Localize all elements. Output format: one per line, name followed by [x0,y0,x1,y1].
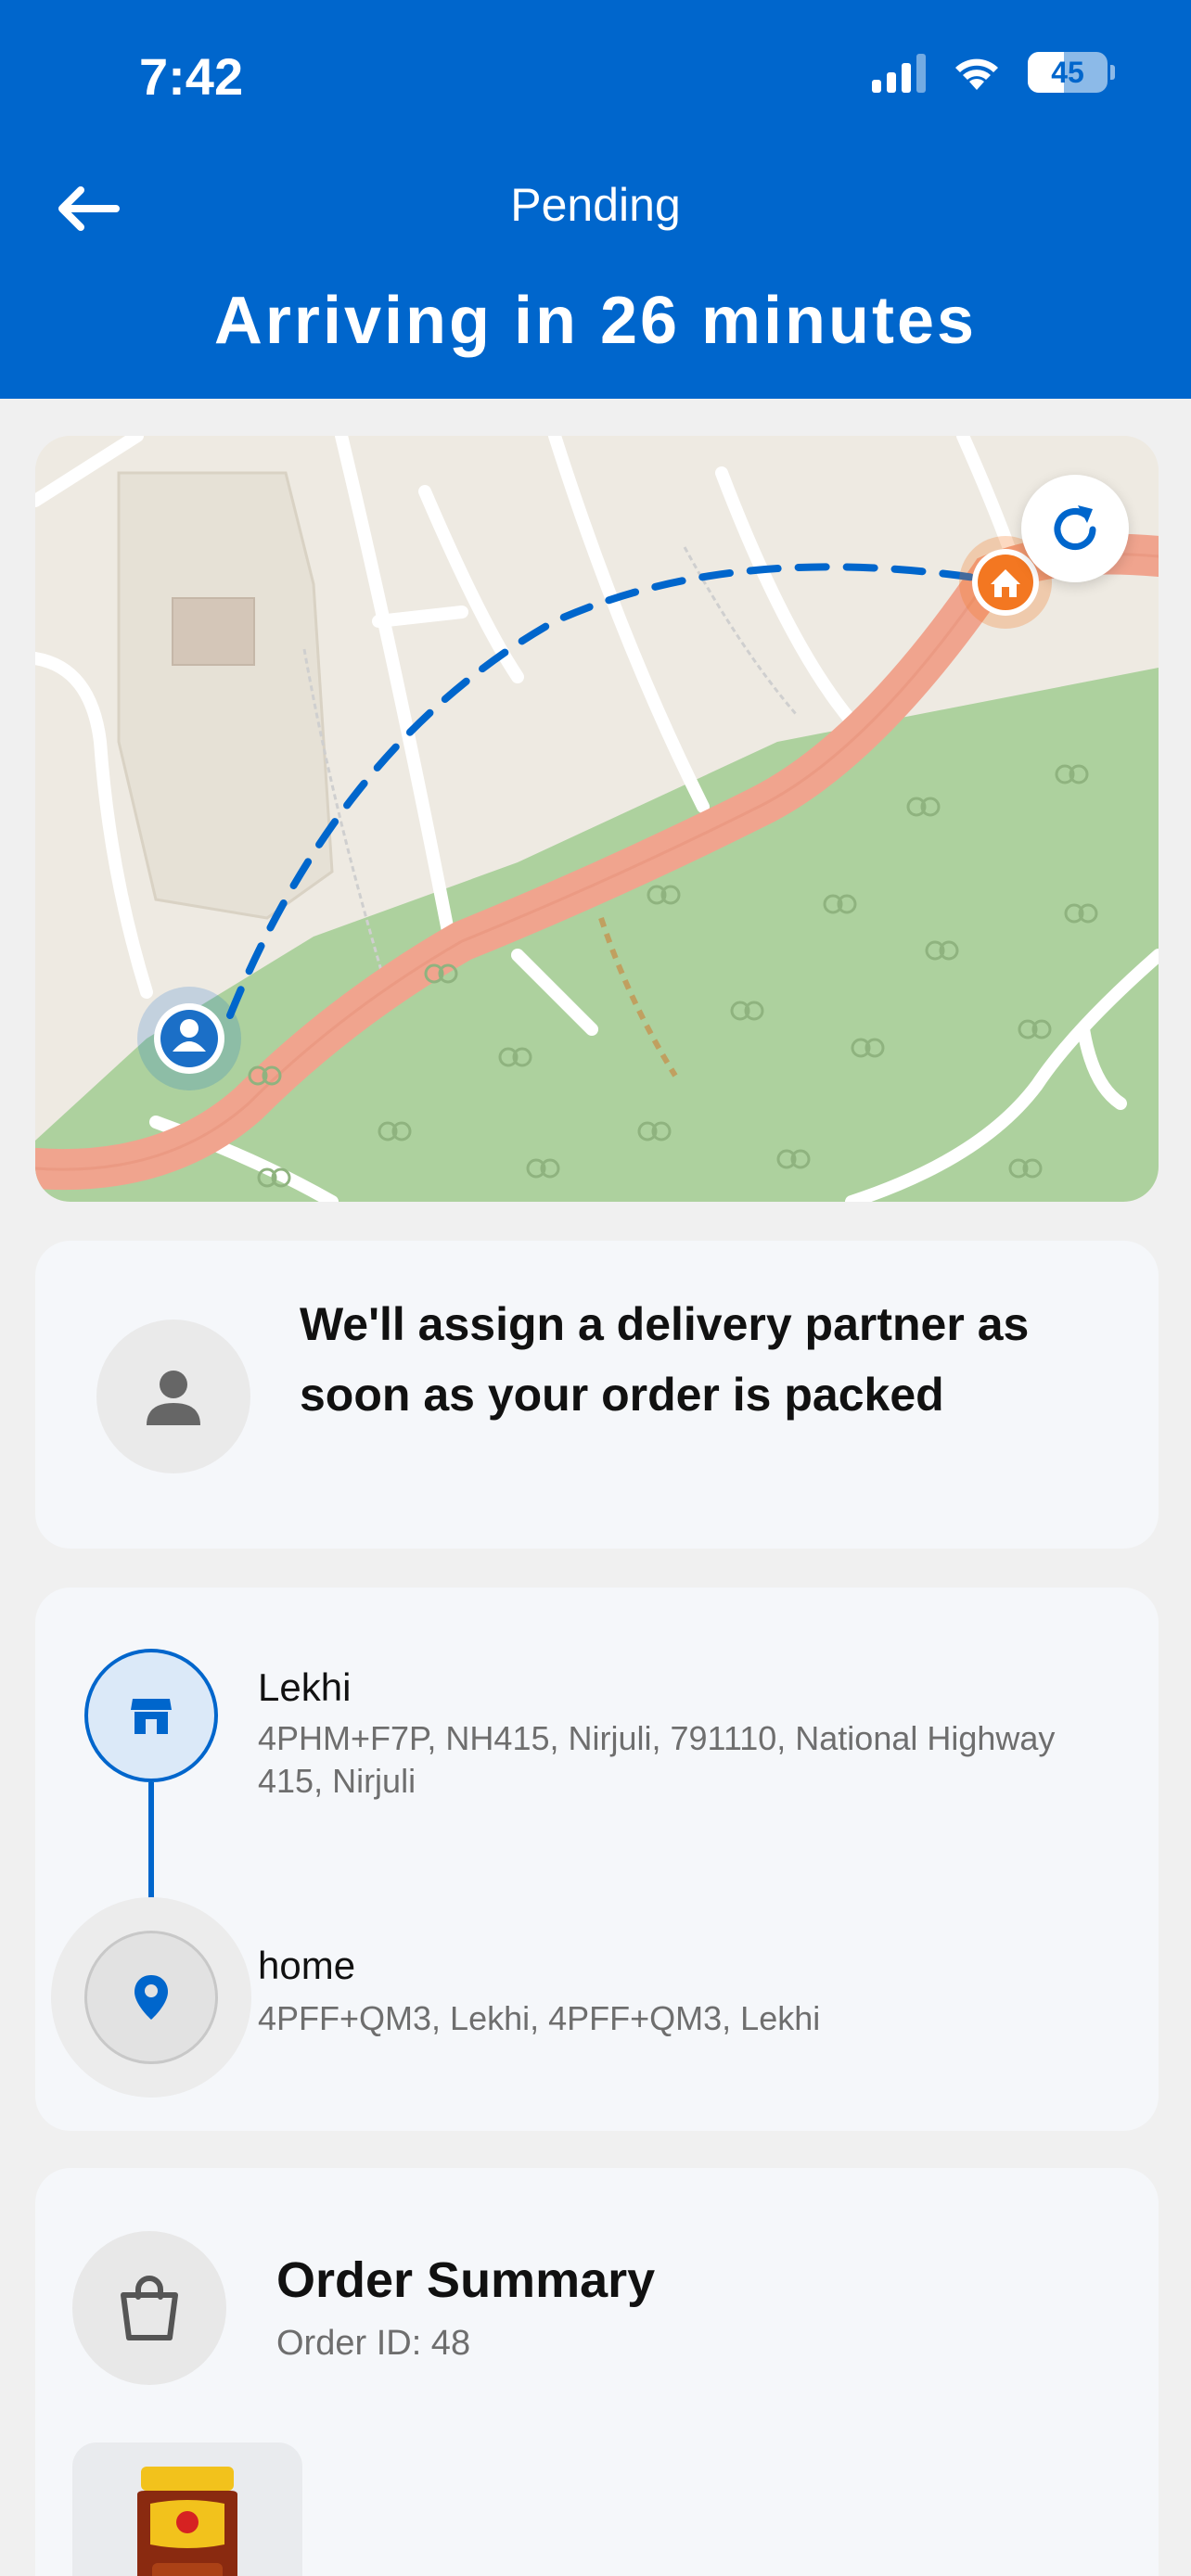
order-status: Pending [510,179,681,231]
route-connector [148,1782,154,1912]
signal-icon [872,52,926,93]
honey-jar-image [137,2467,237,2576]
refresh-map-button[interactable] [1021,475,1129,582]
delivery-partner-card: We'll assign a delivery partner as soon … [35,1241,1159,1549]
product-thumbnail[interactable] [72,2442,302,2576]
battery-level: 45 [1051,55,1084,89]
person-avatar [96,1320,250,1473]
home-marker [84,1931,218,2064]
refresh-icon [1054,505,1096,550]
top-header: 7:42 45 Pending Arriving in 26 minutes [0,0,1191,399]
pickup-name: Lekhi [258,1665,352,1709]
delivery-map[interactable] [35,436,1159,1202]
status-icons: 45 [872,52,1115,93]
eta-title: Arriving in 26 minutes [213,284,978,358]
order-id: Order ID: 48 [276,2324,471,2363]
store-marker [84,1649,218,1782]
person-icon [147,1371,200,1425]
route-card: Lekhi 4PHM+F7P, NH415, Nirjuli, 791110, … [35,1588,1159,2131]
shopping-bag-icon [121,2276,178,2340]
dropoff-name: home [258,1944,356,1987]
wifi-icon [955,58,998,90]
bag-avatar [72,2231,226,2385]
dropoff-address: 4PFF+QM3, Lekhi, 4PFF+QM3, Lekhi [258,1999,821,2037]
store-icon [131,1699,172,1734]
customer-location-pin [137,987,241,1090]
pickup-address: 4PHM+F7P, NH415, Nirjuli, 791110, Nation… [258,1719,1056,1800]
partner-message: We'll assign a delivery partner as soon … [300,1298,1030,1421]
status-time: 7:42 [139,47,244,106]
order-summary-title: Order Summary [276,2252,656,2308]
order-summary-card[interactable]: Order Summary Order ID: 48 [35,2168,1159,2576]
location-pin-icon [134,1975,168,2020]
battery-icon: 45 [1028,52,1115,93]
